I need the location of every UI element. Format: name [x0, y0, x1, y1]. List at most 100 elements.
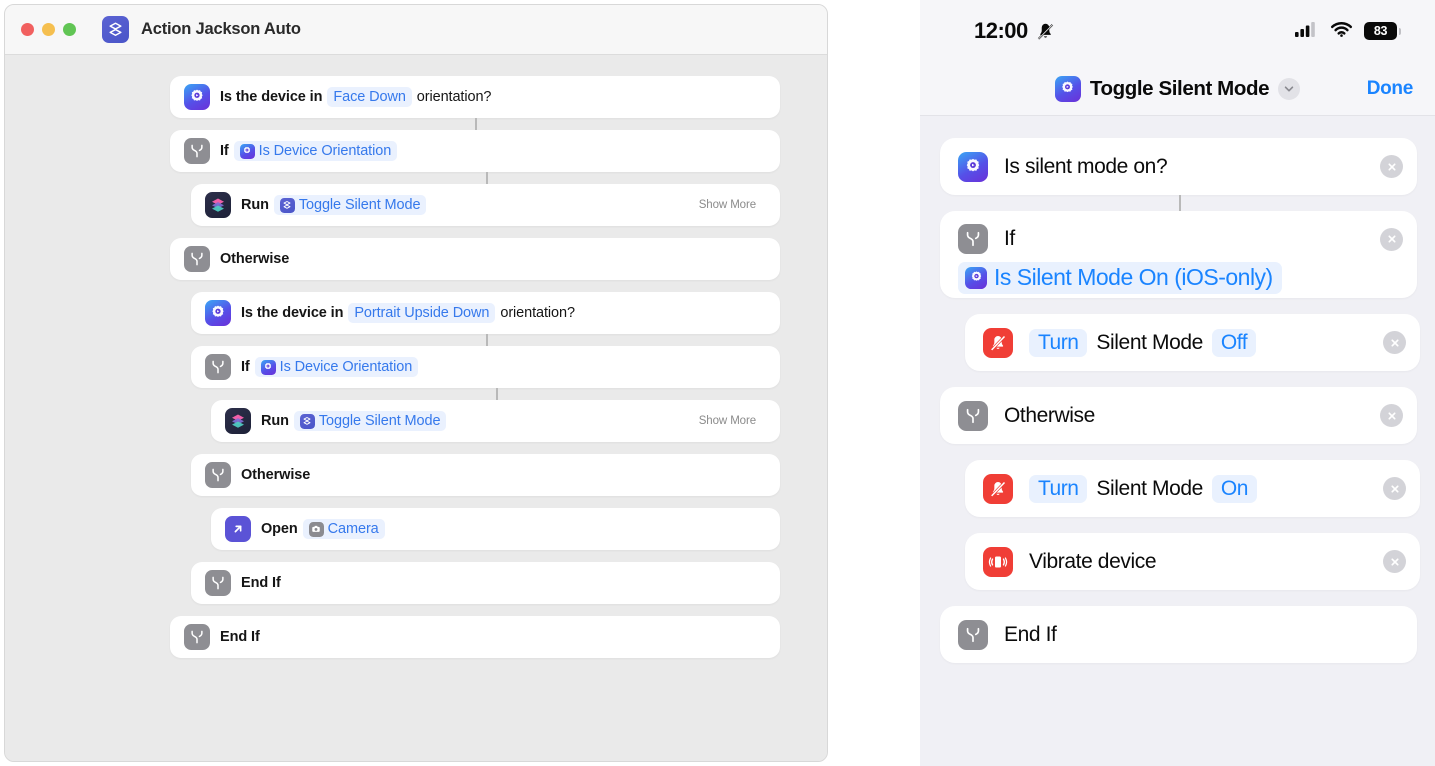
- mac-titlebar: Action Jackson Auto: [5, 5, 827, 55]
- delete-action-button[interactable]: [1380, 227, 1403, 251]
- shortcut-row-end-if-1[interactable]: End If: [191, 562, 780, 604]
- row-text: End If: [220, 629, 260, 645]
- row-chip[interactable]: Portrait Upside Down: [348, 303, 496, 323]
- shortcut-row-run-toggle-silent-mode-1[interactable]: Run Toggle Silent Mode Show More: [191, 184, 780, 226]
- row-text: Is the device in: [220, 89, 323, 105]
- chip-label: Camera: [327, 521, 379, 537]
- page-title: Action Jackson Auto: [141, 20, 301, 38]
- condition-chip-label: Is Silent Mode On (iOS-only): [994, 264, 1273, 290]
- phone-row-is-silent-mode-on[interactable]: Is silent mode on?: [940, 138, 1417, 195]
- phone-row-otherwise[interactable]: Otherwise: [940, 387, 1417, 444]
- row-text: Vibrate device: [1029, 549, 1157, 573]
- shortcut-row-end-if-2[interactable]: End If: [170, 616, 780, 658]
- show-more-button[interactable]: Show More: [699, 415, 756, 427]
- connector-line: [475, 118, 477, 130]
- phone-row-vibrate-device[interactable]: Vibrate device: [965, 533, 1420, 590]
- shortcut-row-is-device-in-face-down[interactable]: Is the device in Face Down orientation?: [170, 76, 780, 118]
- row-chip[interactable]: Face Down: [327, 87, 412, 107]
- phone-row-turn-silent-mode-off[interactable]: Turn Silent Mode Off: [965, 314, 1420, 371]
- traffic-lights: [21, 23, 76, 36]
- gear-play-icon: [205, 300, 231, 326]
- shortcuts-run-icon: [225, 408, 251, 434]
- row-chip[interactable]: Off: [1211, 328, 1257, 357]
- chip-label: Is Device Orientation: [279, 359, 413, 375]
- branch-icon: [205, 462, 231, 488]
- row-text: orientation?: [416, 89, 492, 105]
- row-text: Run: [261, 413, 289, 429]
- chip-label: Turn: [1038, 330, 1079, 354]
- row-text: Silent Mode: [1096, 476, 1203, 500]
- row-main-line: If: [958, 224, 1403, 254]
- row-chip[interactable]: Toggle Silent Mode: [273, 195, 427, 215]
- chevron-down-icon[interactable]: [1278, 77, 1301, 100]
- vibrate-icon: [983, 546, 1013, 577]
- shortcut-row-open-camera[interactable]: Open Camera: [211, 508, 780, 550]
- gear-play-icon: [965, 266, 987, 289]
- chip-label: Toggle Silent Mode: [318, 413, 441, 429]
- branch-icon: [958, 619, 988, 650]
- shortcuts-run-icon: [205, 192, 231, 218]
- delete-action-button[interactable]: [1383, 331, 1406, 354]
- shortcut-row-if-is-device-orientation-1[interactable]: If Is Device Orientation: [170, 130, 780, 172]
- open-app-icon: [225, 516, 251, 542]
- shortcut-row-otherwise-2[interactable]: Otherwise: [191, 454, 780, 496]
- phone-row-if-is-silent-mode-on[interactable]: If Is Silent Mode On (iOS-only): [940, 211, 1417, 298]
- delete-action-button[interactable]: [1383, 550, 1406, 573]
- connector-line: [1178, 195, 1181, 211]
- delete-action-button[interactable]: [1383, 477, 1406, 500]
- row-chip[interactable]: On: [1211, 474, 1257, 503]
- wifi-icon: [1330, 20, 1353, 42]
- gear-play-icon: [958, 151, 988, 182]
- minimize-button[interactable]: [42, 23, 55, 36]
- chip-label: Toggle Silent Mode: [298, 197, 421, 213]
- iphone-panel: 12:00 83 Toggle Silent Mode Done Is sile…: [920, 0, 1435, 766]
- row-text: Otherwise: [1004, 403, 1095, 427]
- chip-label: Face Down: [333, 89, 406, 105]
- row-chip[interactable]: Toggle Silent Mode: [293, 411, 447, 431]
- shortcuts-icon: [279, 197, 295, 213]
- zoom-button[interactable]: [63, 23, 76, 36]
- show-more-button[interactable]: Show More: [699, 199, 756, 211]
- shortcut-row-otherwise-1[interactable]: Otherwise: [170, 238, 780, 280]
- delete-action-button[interactable]: [1380, 155, 1403, 178]
- delete-action-button[interactable]: [1380, 404, 1403, 427]
- row-chip[interactable]: Turn: [1029, 474, 1088, 503]
- row-text: Run: [241, 197, 269, 213]
- branch-icon: [205, 354, 231, 380]
- branch-icon: [184, 246, 210, 272]
- row-chip[interactable]: Turn: [1029, 328, 1088, 357]
- shortcut-row-is-device-in-portrait-upside-down[interactable]: Is the device in Portrait Upside Down orie…: [191, 292, 780, 334]
- nav-title-group: Toggle Silent Mode: [920, 75, 1435, 102]
- connector-line: [485, 172, 488, 184]
- row-condition-line: Is Silent Mode On (iOS-only): [958, 262, 1403, 294]
- connector-line: [495, 388, 498, 400]
- gear-play-icon: [184, 84, 210, 110]
- row-text: If: [241, 359, 250, 375]
- row-chip[interactable]: Is Device Orientation: [233, 141, 398, 161]
- done-button[interactable]: Done: [1367, 78, 1414, 100]
- bell-slash-icon: [1035, 21, 1056, 42]
- branch-icon: [958, 400, 988, 431]
- shortcuts-icon: [299, 413, 315, 429]
- shortcut-row-if-is-device-orientation-2[interactable]: If Is Device Orientation: [191, 346, 780, 388]
- phone-row-turn-silent-mode-on[interactable]: Turn Silent Mode On: [965, 460, 1420, 517]
- row-chip[interactable]: Camera: [302, 519, 385, 539]
- bell-slash-red-icon: [983, 327, 1013, 358]
- chip-label: Is Device Orientation: [258, 143, 392, 159]
- row-text: Silent Mode: [1096, 330, 1203, 354]
- close-button[interactable]: [21, 23, 34, 36]
- chip-label: Off: [1220, 330, 1248, 354]
- branch-icon: [205, 570, 231, 596]
- mac-shortcut-list: Is the device in Face Down orientation? If I…: [5, 55, 827, 761]
- battery-level: 83: [1373, 24, 1388, 38]
- phone-nav-bar: Toggle Silent Mode Done: [920, 62, 1435, 116]
- connector-line: [485, 334, 488, 346]
- phone-row-end-if[interactable]: End If: [940, 606, 1417, 663]
- chip-label: Turn: [1038, 476, 1079, 500]
- condition-chip[interactable]: Is Silent Mode On (iOS-only): [958, 262, 1282, 294]
- row-chip[interactable]: Is Device Orientation: [254, 357, 419, 377]
- shortcut-row-run-toggle-silent-mode-2[interactable]: Run Toggle Silent Mode Show More: [211, 400, 780, 442]
- cellular-bars-icon: [1295, 21, 1319, 42]
- row-text: Otherwise: [241, 467, 311, 483]
- shortcuts-icon: [102, 16, 129, 43]
